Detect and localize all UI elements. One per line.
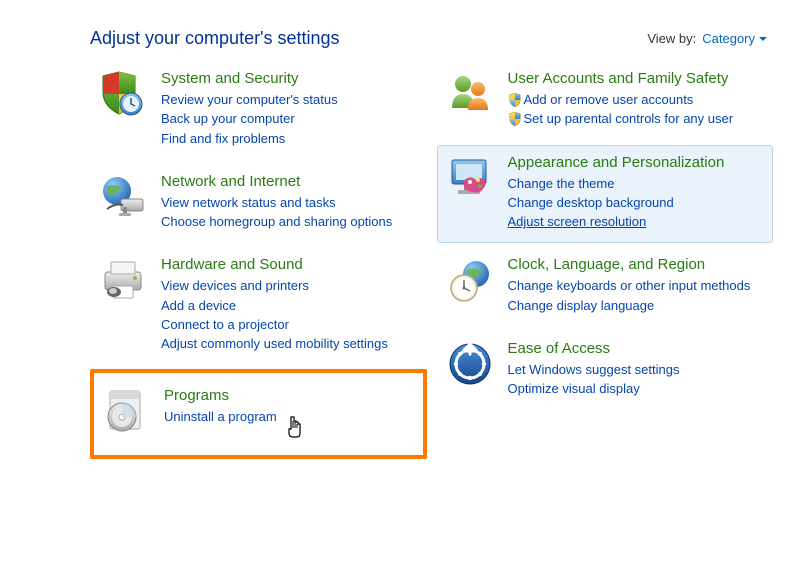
category-title[interactable]: Clock, Language, and Region [508, 256, 765, 274]
category-title[interactable]: Ease of Access [508, 340, 765, 358]
shield-clock-icon [99, 70, 147, 118]
link-text: Change the theme [508, 176, 615, 191]
category-link[interactable]: Set up parental controls for any user [508, 111, 765, 127]
users-icon [446, 70, 494, 118]
globe-network-icon [99, 173, 147, 221]
category-link[interactable]: View network status and tasks [161, 195, 418, 211]
link-text: Adjust commonly used mobility settings [161, 336, 388, 351]
category-body: User Accounts and Family Safety Add or r… [508, 70, 765, 128]
category-link[interactable]: Add or remove user accounts [508, 92, 765, 108]
category-link[interactable]: Uninstall a program [164, 409, 415, 425]
category-body: Programs Uninstall a program [164, 387, 415, 435]
link-text: View network status and tasks [161, 195, 336, 210]
category-title[interactable]: Hardware and Sound [161, 256, 418, 274]
category-link[interactable]: Choose homegroup and sharing options [161, 214, 418, 230]
clock-globe-icon [446, 256, 494, 304]
link-text: Connect to a projector [161, 317, 289, 332]
category-title[interactable]: Network and Internet [161, 173, 418, 191]
category-links: Let Windows suggest settings Optimize vis… [508, 362, 765, 398]
category-title[interactable]: System and Security [161, 70, 418, 88]
view-by-control[interactable]: View by: Category [647, 31, 767, 46]
category-link[interactable]: Optimize visual display [508, 381, 765, 397]
link-text: Choose homegroup and sharing options [161, 214, 392, 229]
category-network-and-internet[interactable]: Network and Internet View network status … [90, 164, 427, 244]
category-links: Review your computer's status Back up you… [161, 92, 418, 147]
category-link[interactable]: Connect to a projector [161, 317, 418, 333]
category-system-and-security[interactable]: System and Security Review your computer'… [90, 61, 427, 160]
category-link[interactable]: Review your computer's status [161, 92, 418, 108]
category-link[interactable]: Change desktop background [508, 195, 765, 211]
view-by-value[interactable]: Category [702, 31, 767, 46]
category-links: Uninstall a program [164, 409, 415, 425]
category-body: Appearance and Personalization Change the… [508, 154, 765, 231]
category-link[interactable]: View devices and printers [161, 278, 418, 294]
uac-shield-icon [508, 93, 522, 107]
category-link[interactable]: Change display language [508, 298, 765, 314]
category-link[interactable]: Add a device [161, 298, 418, 314]
category-links: Change keyboards or other input methods C… [508, 278, 765, 314]
category-link[interactable]: Change the theme [508, 176, 765, 192]
link-text: View devices and printers [161, 278, 309, 293]
category-link[interactable]: Adjust commonly used mobility settings [161, 336, 418, 352]
category-body: Ease of Access Let Windows suggest settin… [508, 340, 765, 398]
right-column: User Accounts and Family Safety Add or r… [437, 61, 774, 463]
category-user-accounts-and-family-safety[interactable]: User Accounts and Family Safety Add or r… [437, 61, 774, 141]
uac-shield-icon [508, 112, 522, 126]
category-link[interactable]: Change keyboards or other input methods [508, 278, 765, 294]
view-by-value-text: Category [702, 31, 755, 46]
view-by-label: View by: [647, 31, 696, 46]
category-link[interactable]: Let Windows suggest settings [508, 362, 765, 378]
category-ease-of-access[interactable]: Ease of Access Let Windows suggest settin… [437, 331, 774, 411]
categories-grid: System and Security Review your computer'… [0, 61, 795, 463]
category-links: Change the theme Change desktop backgroun… [508, 176, 765, 231]
page-title: Adjust your computer's settings [90, 28, 340, 49]
category-links: View network status and tasks Choose home… [161, 195, 418, 231]
link-text: Optimize visual display [508, 381, 640, 396]
category-links: Add or remove user accounts Set up paren… [508, 92, 765, 128]
left-column: System and Security Review your computer'… [90, 61, 427, 463]
link-text: Let Windows suggest settings [508, 362, 680, 377]
category-body: System and Security Review your computer'… [161, 70, 418, 147]
chevron-down-icon [759, 37, 767, 41]
link-text: Adjust screen resolution [508, 214, 647, 229]
link-text: Add a device [161, 298, 236, 313]
ease-access-icon [446, 340, 494, 388]
link-text: Change keyboards or other input methods [508, 278, 751, 293]
link-text: Add or remove user accounts [524, 92, 694, 107]
link-text: Review your computer's status [161, 92, 338, 107]
link-text: Change desktop background [508, 195, 674, 210]
printer-icon [99, 256, 147, 304]
link-text: Find and fix problems [161, 131, 285, 146]
category-link[interactable]: Find and fix problems [161, 131, 418, 147]
programs-disc-icon [102, 387, 150, 435]
category-link[interactable]: Adjust screen resolution [508, 214, 765, 230]
category-body: Hardware and Sound View devices and print… [161, 256, 418, 352]
category-body: Clock, Language, and Region Change keyboa… [508, 256, 765, 314]
category-programs[interactable]: Programs Uninstall a program [90, 369, 427, 459]
category-links: View devices and printers Add a device Con… [161, 278, 418, 352]
link-text: Set up parental controls for any user [524, 111, 734, 126]
category-clock-language-and-region[interactable]: Clock, Language, and Region Change keyboa… [437, 247, 774, 327]
link-text: Change display language [508, 298, 655, 313]
category-appearance-and-personalization[interactable]: Appearance and Personalization Change the… [437, 145, 774, 244]
header-row: Adjust your computer's settings View by:… [0, 0, 795, 61]
appearance-icon [446, 154, 494, 202]
link-text: Back up your computer [161, 111, 295, 126]
category-hardware-and-sound[interactable]: Hardware and Sound View devices and print… [90, 247, 427, 365]
category-link[interactable]: Back up your computer [161, 111, 418, 127]
category-title[interactable]: Appearance and Personalization [508, 154, 765, 172]
category-title[interactable]: User Accounts and Family Safety [508, 70, 765, 88]
link-text: Uninstall a program [164, 409, 277, 424]
category-title[interactable]: Programs [164, 387, 415, 405]
category-body: Network and Internet View network status … [161, 173, 418, 231]
